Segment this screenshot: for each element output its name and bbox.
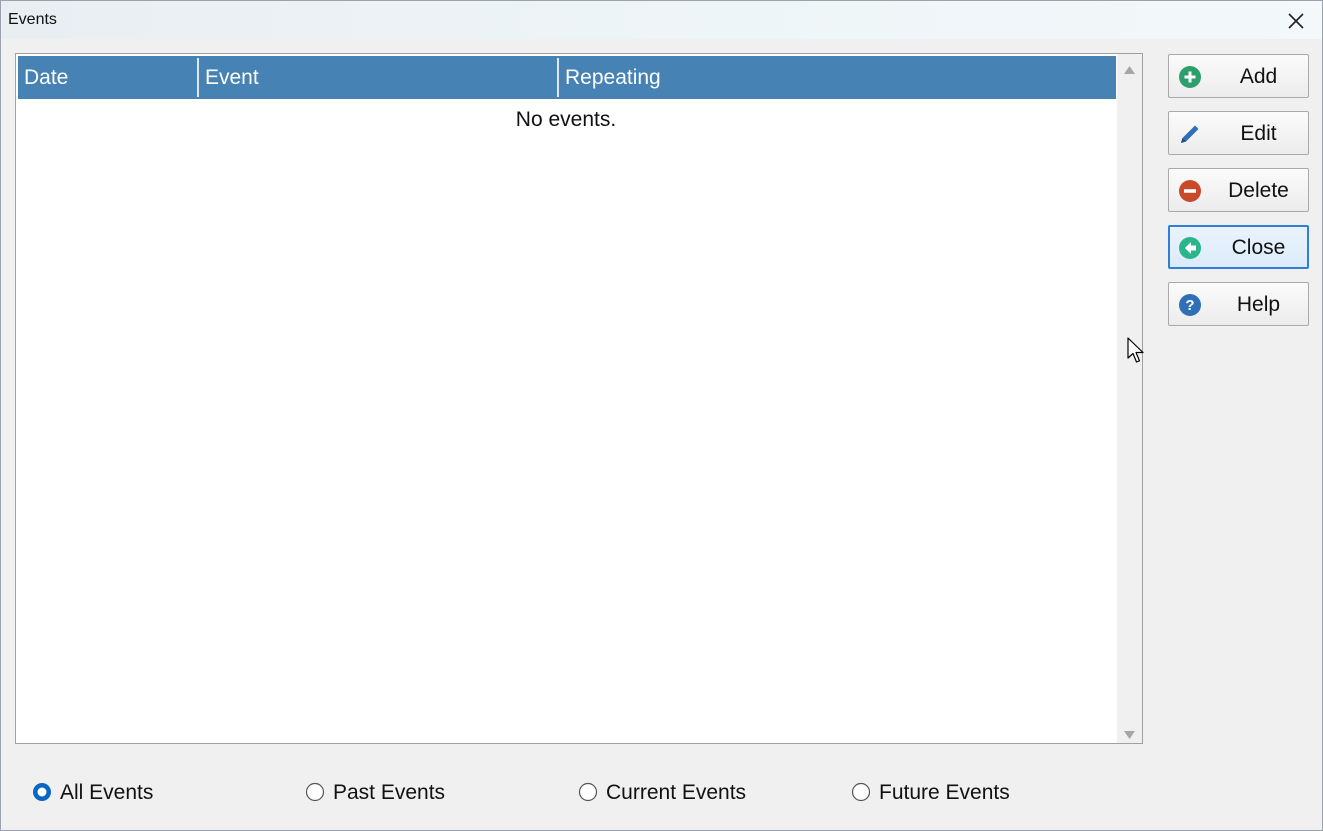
mouse-pointer-icon xyxy=(1127,337,1147,370)
help-button[interactable]: ? Help xyxy=(1168,282,1309,326)
help-button-label: Help xyxy=(1236,293,1281,316)
column-header-date[interactable]: Date xyxy=(18,56,196,99)
close-icon xyxy=(1283,8,1309,34)
close-window-button[interactable] xyxy=(1283,8,1309,34)
scroll-up-arrow-icon[interactable] xyxy=(1123,62,1136,80)
window-title: Events xyxy=(8,11,57,28)
radio-unselected-icon xyxy=(305,782,325,802)
radio-label: All Events xyxy=(60,781,154,804)
close-button-label: Close xyxy=(1231,236,1286,259)
events-dialog: Events Date Event Repeating No events. A… xyxy=(0,0,1323,831)
add-button-label: Add xyxy=(1239,65,1278,88)
column-header-event[interactable]: Event xyxy=(199,56,557,99)
vertical-scrollbar[interactable] xyxy=(1117,54,1142,743)
scroll-down-arrow-icon[interactable] xyxy=(1123,727,1136,745)
event-filter-group: All Events Past Events Current Events Fu… xyxy=(1,779,1101,809)
radio-label: Current Events xyxy=(606,781,747,804)
edit-button[interactable]: Edit xyxy=(1168,111,1309,155)
back-arrow-circle-icon xyxy=(1178,236,1202,260)
minus-circle-icon xyxy=(1178,179,1202,203)
add-button[interactable]: Add xyxy=(1168,54,1309,98)
radio-unselected-icon xyxy=(851,782,871,802)
pencil-icon xyxy=(1178,122,1202,146)
title-bar: Events xyxy=(1,1,1322,39)
edit-button-label: Edit xyxy=(1240,122,1277,145)
plus-circle-icon xyxy=(1178,65,1202,89)
question-circle-icon: ? xyxy=(1178,293,1202,317)
column-header-repeating[interactable]: Repeating xyxy=(559,56,1116,99)
empty-list-message: No events. xyxy=(515,108,617,131)
events-list[interactable]: Date Event Repeating No events. xyxy=(15,53,1143,744)
close-button[interactable]: Close xyxy=(1168,225,1309,269)
svg-text:?: ? xyxy=(1185,297,1194,314)
list-header: Date Event Repeating xyxy=(18,56,1116,99)
radio-label: Past Events xyxy=(333,781,446,804)
radio-label: Future Events xyxy=(879,781,1010,804)
radio-selected-icon xyxy=(32,782,52,802)
delete-button-label: Delete xyxy=(1228,179,1289,202)
radio-unselected-icon xyxy=(578,782,598,802)
delete-button[interactable]: Delete xyxy=(1168,168,1309,212)
